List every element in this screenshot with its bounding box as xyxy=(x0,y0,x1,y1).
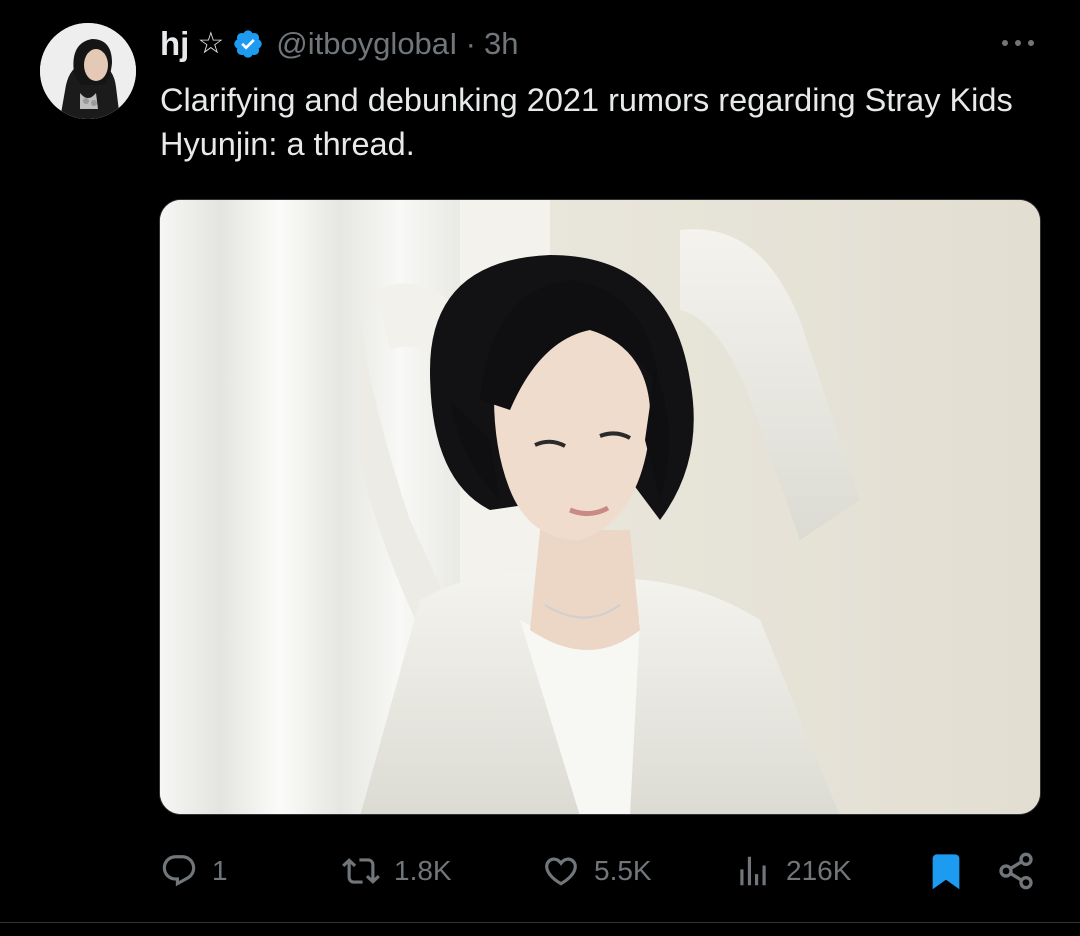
bookmark-icon xyxy=(932,854,960,890)
retweet-count: 1.8K xyxy=(394,855,452,886)
tweet-photo[interactable] xyxy=(159,199,1041,815)
divider xyxy=(0,922,1080,923)
share-button[interactable] xyxy=(996,846,1036,896)
tweet-header: hj ☆ @itboyglobaI · 3h xyxy=(160,22,518,66)
more-options-button[interactable] xyxy=(998,28,1038,58)
reply-button[interactable]: 1 xyxy=(160,846,228,896)
heart-icon xyxy=(545,857,577,886)
views-button[interactable]: 216K xyxy=(734,846,851,896)
view-count: 216K xyxy=(786,855,852,886)
like-button[interactable]: 5.5K xyxy=(542,846,652,896)
reply-count: 1 xyxy=(212,855,228,886)
retweet-icon xyxy=(342,858,380,884)
like-count: 5.5K xyxy=(594,855,652,886)
tweet[interactable]: hj ☆ @itboyglobaI · 3h Clarifying and de… xyxy=(0,0,1080,936)
user-handle[interactable]: @itboyglobaI xyxy=(276,26,457,62)
share-icon xyxy=(999,852,1033,890)
verified-badge-icon[interactable] xyxy=(232,28,264,60)
avatar[interactable] xyxy=(40,23,136,119)
tweet-actions: 1 1.8K 5.5K 216K xyxy=(160,846,1040,896)
timestamp[interactable]: 3h xyxy=(484,26,518,62)
retweet-button[interactable]: 1.8K xyxy=(342,846,452,896)
reply-icon xyxy=(162,855,196,887)
star-icon: ☆ xyxy=(197,27,225,60)
views-icon xyxy=(740,856,766,886)
display-name[interactable]: hj xyxy=(160,25,189,63)
tweet-text: Clarifying and debunking 2021 rumors reg… xyxy=(160,82,1013,162)
separator-dot: · xyxy=(465,26,476,61)
bookmark-button[interactable] xyxy=(926,846,966,896)
more-horizontal-icon xyxy=(1002,40,1034,46)
